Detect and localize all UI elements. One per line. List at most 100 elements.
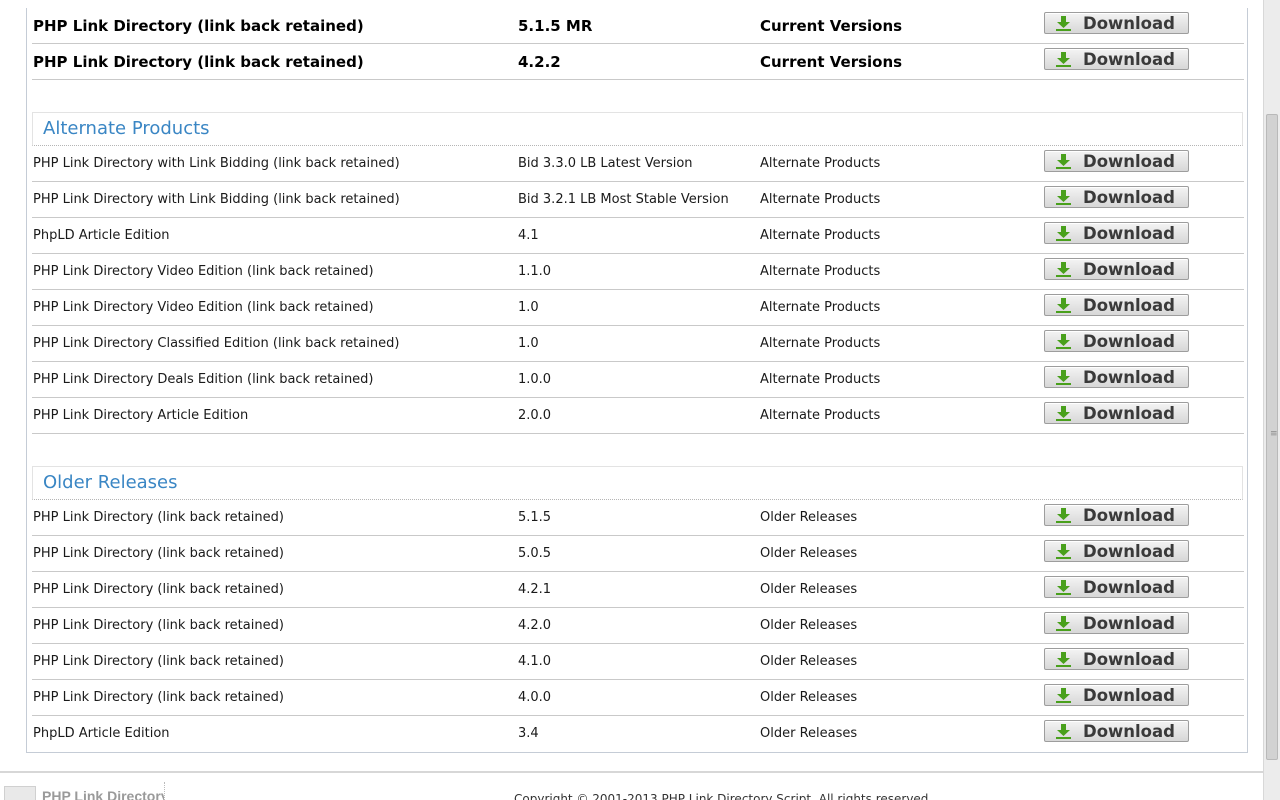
vertical-scrollbar[interactable]: ≡: [1263, 0, 1280, 800]
product-version: Bid 3.3.0 LB Latest Version: [518, 156, 693, 171]
product-version: 4.2.0: [518, 618, 552, 633]
table-row: PHP Link Directory (link back retained) …: [32, 44, 1244, 80]
download-button[interactable]: Download: [1044, 330, 1189, 352]
download-button[interactable]: Download: [1044, 402, 1189, 424]
download-button-label: Download: [1083, 404, 1175, 423]
footer-separator: [164, 782, 166, 800]
download-button[interactable]: Download: [1044, 48, 1189, 70]
download-button[interactable]: Download: [1044, 294, 1189, 316]
download-button[interactable]: Download: [1044, 576, 1189, 598]
download-button[interactable]: Download: [1044, 720, 1189, 742]
product-name: PHP Link Directory with Link Bidding (li…: [33, 192, 400, 207]
product-category: Older Releases: [760, 726, 858, 741]
product-name: PHP Link Directory Deals Edition (link b…: [33, 372, 374, 387]
download-arrow-icon: [1056, 262, 1071, 277]
download-button-label: Download: [1083, 14, 1175, 33]
footer-logo[interactable]: PHP Link Directory: [4, 782, 164, 800]
product-category: Older Releases: [760, 546, 858, 561]
download-button[interactable]: Download: [1044, 504, 1189, 526]
download-arrow-icon: [1056, 334, 1071, 349]
download-button-label: Download: [1083, 578, 1175, 597]
product-version: 4.1.0: [518, 654, 552, 669]
product-category: Older Releases: [760, 690, 858, 705]
logo-icon: [4, 786, 36, 800]
download-arrow-icon: [1056, 52, 1071, 67]
product-version: 5.1.5: [518, 510, 552, 525]
product-name: PHP Link Directory (link back retained): [33, 17, 364, 35]
download-button[interactable]: Download: [1044, 684, 1189, 706]
page-viewport: PHP Link Directory (link back retained) …: [0, 0, 1263, 800]
download-button[interactable]: Download: [1044, 222, 1189, 244]
product-version: 4.0.0: [518, 690, 552, 705]
footer-divider: [0, 771, 1263, 773]
table-row: PHP Link Directory (link back retained) …: [32, 680, 1244, 716]
scrollbar-thumb[interactable]: ≡: [1266, 114, 1278, 760]
table-row: PHP Link Directory (link back retained) …: [32, 500, 1244, 536]
table-row: PHP Link Directory (link back retained) …: [32, 644, 1244, 680]
product-category: Alternate Products: [760, 228, 881, 243]
product-category: Older Releases: [760, 654, 858, 669]
product-version: 1.0.0: [518, 372, 552, 387]
product-name: PHP Link Directory (link back retained): [33, 690, 284, 705]
product-category: Alternate Products: [760, 300, 881, 315]
table-row: PhpLD Article Edition 3.4 Older Releases…: [32, 716, 1244, 751]
download-button-label: Download: [1083, 368, 1175, 387]
section-title: Alternate Products: [43, 118, 210, 139]
table-row: PHP Link Directory Article Edition 2.0.0…: [32, 398, 1244, 434]
table-row: PHP Link Directory (link back retained) …: [32, 572, 1244, 608]
download-button[interactable]: Download: [1044, 12, 1189, 34]
download-arrow-icon: [1056, 370, 1071, 385]
download-button[interactable]: Download: [1044, 150, 1189, 172]
download-button-label: Download: [1083, 188, 1175, 207]
download-button-label: Download: [1083, 506, 1175, 525]
download-arrow-icon: [1056, 190, 1071, 205]
product-category: Older Releases: [760, 582, 858, 597]
download-arrow-icon: [1056, 688, 1071, 703]
download-button-label: Download: [1083, 614, 1175, 633]
product-version: 4.1: [518, 228, 539, 243]
product-category: Alternate Products: [760, 372, 881, 387]
product-category: Current Versions: [760, 53, 903, 71]
download-button[interactable]: Download: [1044, 258, 1189, 280]
footer-copyright: Copyright © 2001-2013 PHP Link Directory…: [514, 792, 933, 800]
section-header-older-releases: Older Releases: [32, 466, 1243, 500]
product-version: Bid 3.2.1 LB Most Stable Version: [518, 192, 729, 207]
table-row: PHP Link Directory Deals Edition (link b…: [32, 362, 1244, 398]
download-button[interactable]: Download: [1044, 612, 1189, 634]
download-button[interactable]: Download: [1044, 540, 1189, 562]
download-button-label: Download: [1083, 260, 1175, 279]
download-arrow-icon: [1056, 616, 1071, 631]
product-version: 4.2.2: [518, 53, 561, 71]
table-row: PHP Link Directory (link back retained) …: [32, 608, 1244, 644]
product-version: 4.2.1: [518, 582, 552, 597]
product-category: Alternate Products: [760, 156, 881, 171]
product-name: PHP Link Directory Article Edition: [33, 408, 249, 423]
download-button-label: Download: [1083, 152, 1175, 171]
product-name: PhpLD Article Edition: [33, 726, 170, 741]
download-button-label: Download: [1083, 542, 1175, 561]
download-button-label: Download: [1083, 650, 1175, 669]
product-category: Alternate Products: [760, 408, 881, 423]
table-row: PHP Link Directory with Link Bidding (li…: [32, 182, 1244, 218]
product-version: 3.4: [518, 726, 539, 741]
product-version: 1.0: [518, 300, 539, 315]
download-button[interactable]: Download: [1044, 186, 1189, 208]
product-category: Older Releases: [760, 510, 858, 525]
download-button-label: Download: [1083, 686, 1175, 705]
table-row: PHP Link Directory Video Edition (link b…: [32, 254, 1244, 290]
product-name: PHP Link Directory (link back retained): [33, 510, 284, 525]
download-arrow-icon: [1056, 544, 1071, 559]
download-button[interactable]: Download: [1044, 366, 1189, 388]
download-button-label: Download: [1083, 332, 1175, 351]
download-arrow-icon: [1056, 652, 1071, 667]
product-name: PHP Link Directory Video Edition (link b…: [33, 264, 374, 279]
product-version: 5.0.5: [518, 546, 552, 561]
product-name: PHP Link Directory Video Edition (link b…: [33, 300, 374, 315]
table-row: PHP Link Directory with Link Bidding (li…: [32, 146, 1244, 182]
table-row: PHP Link Directory Video Edition (link b…: [32, 290, 1244, 326]
scrollbar-grip-icon: ≡: [1270, 429, 1278, 439]
section-title: Older Releases: [43, 472, 178, 493]
downloads-panel: PHP Link Directory (link back retained) …: [26, 8, 1248, 753]
download-button[interactable]: Download: [1044, 648, 1189, 670]
table-row: PHP Link Directory Classified Edition (l…: [32, 326, 1244, 362]
